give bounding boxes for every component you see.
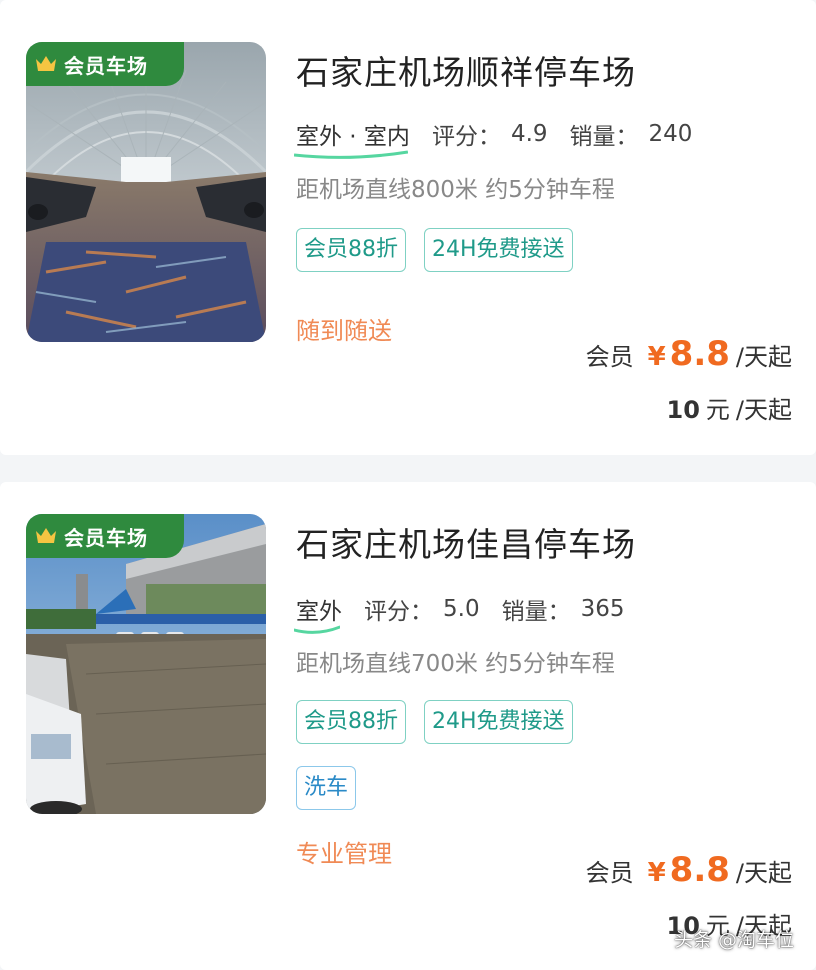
listing-title[interactable]: 石家庄机场佳昌停车场 xyxy=(296,518,636,566)
crown-icon xyxy=(36,528,56,543)
tag-discount: 会员88折 xyxy=(296,700,406,744)
member-price: 会员 ¥ 8.8 /天起 xyxy=(585,850,792,890)
member-price: 会员 ¥ 8.8 /天起 xyxy=(585,334,792,374)
crown-icon xyxy=(36,56,56,71)
tag-car-wash: 洗车 xyxy=(296,766,357,810)
base-price-amount: 10 xyxy=(666,396,700,424)
underline-swoosh xyxy=(294,150,408,159)
member-price-amount: 8.8 xyxy=(669,334,730,374)
tag-list: 会员88折 24H免费接送 xyxy=(296,228,573,272)
sales-label: 销量： xyxy=(501,599,571,625)
rating-label: 评分： xyxy=(364,599,433,625)
badge-label: 会员车场 xyxy=(64,53,148,78)
tag-shuttle: 24H免费接送 xyxy=(424,700,573,744)
distance-text: 距机场直线700米 约5分钟车程 xyxy=(296,651,615,677)
tag-list: 洗车 xyxy=(296,766,357,810)
underline-swoosh xyxy=(294,625,340,634)
tag-list: 会员88折 24H免费接送 xyxy=(296,700,573,744)
rating-value: 4.9 xyxy=(510,121,548,147)
sales-value: 240 xyxy=(648,121,693,147)
distance-text: 距机场直线800米 约5分钟车程 xyxy=(296,177,615,203)
member-lot-badge: 会员车场 xyxy=(26,514,184,558)
listing-card[interactable]: 会员车场 石家庄机场佳昌停车场 室外 评分： 5.0 销量： 365 距机场直线… xyxy=(0,482,816,970)
base-price: 10 元 /天起 xyxy=(666,396,793,424)
tag-discount: 会员88折 xyxy=(296,228,406,272)
listing-meta: 室外 评分： 5.0 销量： 365 xyxy=(294,592,646,634)
sales-label: 销量： xyxy=(569,124,639,150)
covered-parking-image xyxy=(26,42,266,342)
badge-label: 会员车场 xyxy=(64,525,148,550)
member-price-amount: 8.8 xyxy=(669,850,730,890)
tag-shuttle: 24H免费接送 xyxy=(424,228,573,272)
rating-value: 5.0 xyxy=(443,596,480,622)
rating-label: 评分： xyxy=(431,124,501,150)
member-lot-badge: 会员车场 xyxy=(26,42,184,86)
lot-type: 室外 xyxy=(294,592,342,634)
lot-type: 室外 · 室内 xyxy=(294,117,410,159)
feature-text: 随到随送 xyxy=(296,317,392,345)
listing-card[interactable]: 会员车场 石家庄机场顺祥停车场 室外 · 室内 评分： 4.9 销量： 240 … xyxy=(0,0,816,455)
listing-title[interactable]: 石家庄机场顺祥停车场 xyxy=(296,46,636,94)
listing-meta: 室外 · 室内 评分： 4.9 销量： 240 xyxy=(294,117,714,159)
feature-text: 专业管理 xyxy=(296,840,392,868)
sales-value: 365 xyxy=(580,596,625,622)
listing-photo[interactable]: 会员车场 xyxy=(26,514,266,814)
outdoor-parking-image xyxy=(26,514,266,814)
watermark: 头条 @淘车位 xyxy=(673,929,794,951)
listing-photo[interactable]: 会员车场 xyxy=(26,42,266,342)
